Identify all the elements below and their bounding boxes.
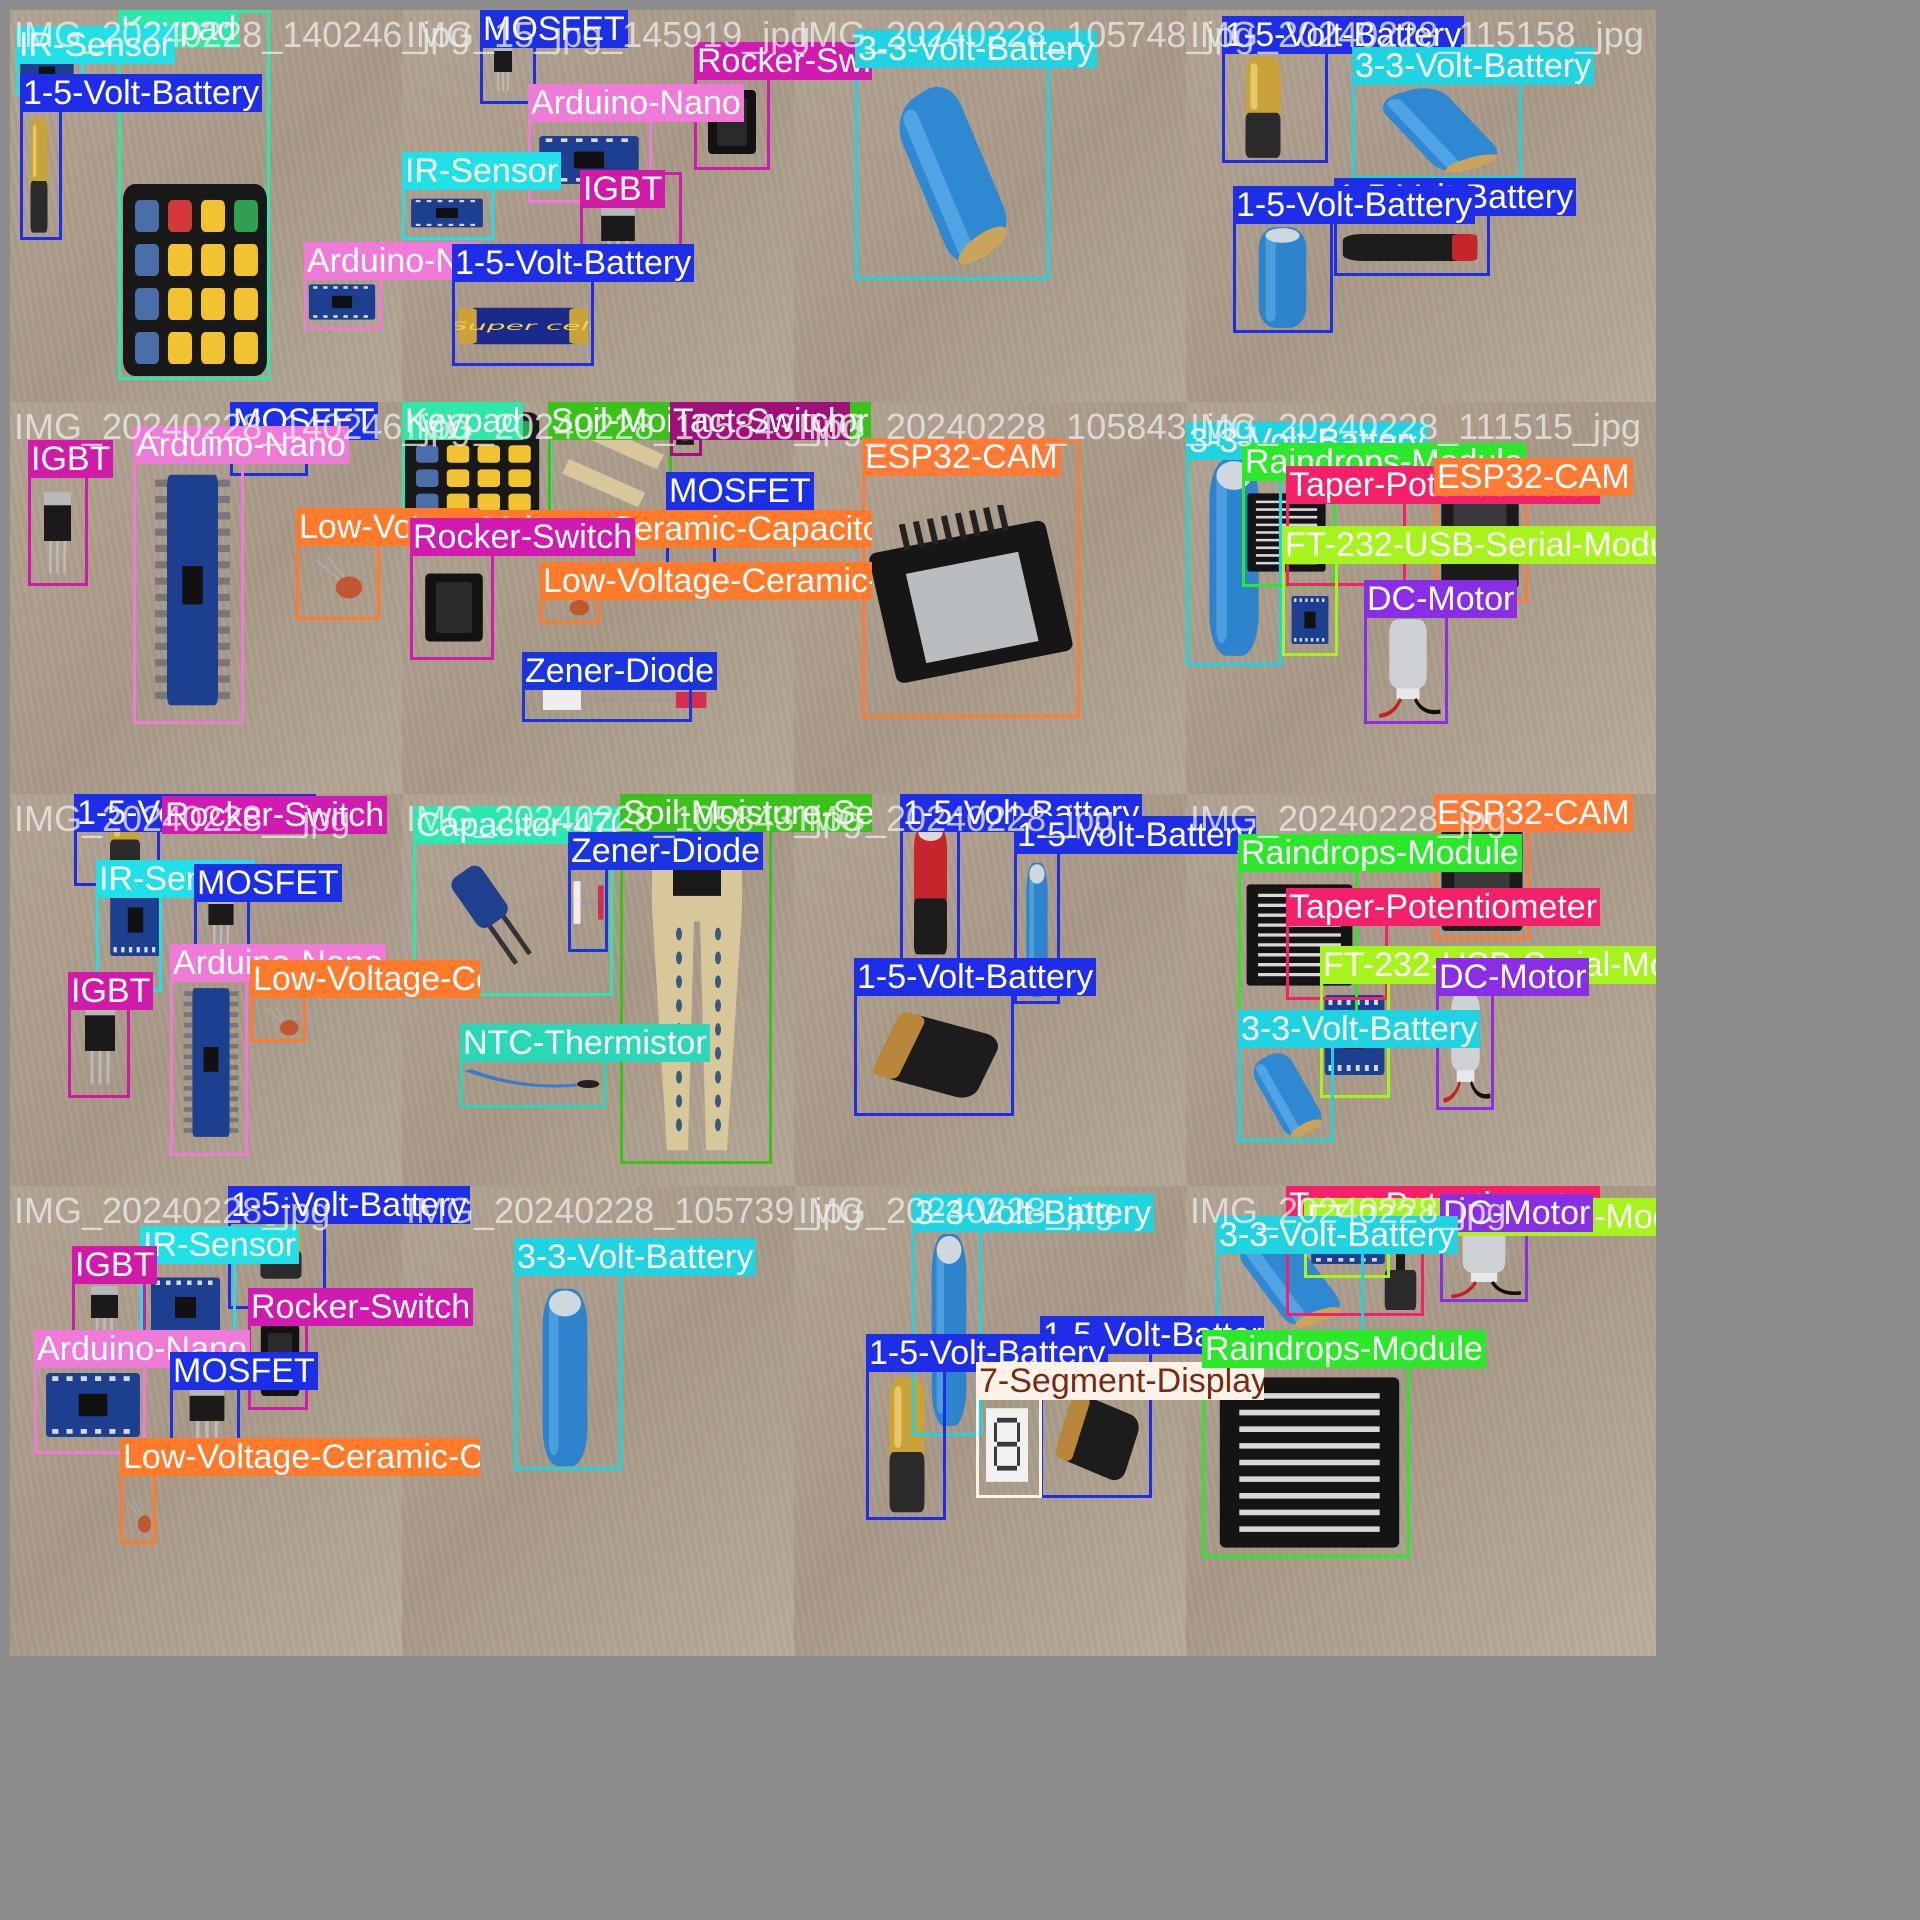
detection-label: IGBT <box>68 972 154 1010</box>
detection-label: 1-5-Volt-Battery <box>228 1186 471 1224</box>
detection-label: 3-3-Volt-Battery <box>514 1238 757 1276</box>
detection-label: 1-5-Volt-Battery <box>20 74 263 112</box>
detection-label: IGBT <box>28 440 114 478</box>
detection-label: Rocker-Switch <box>162 796 388 834</box>
detection-label: Soil-Moisture-Sensor <box>620 794 872 832</box>
detection-label: IR-Sensor <box>16 26 176 64</box>
detection-label: 3-3-Volt-Battery <box>855 30 1098 68</box>
detection-mosaic: IMG_20240228_140246_jpg Keypad IR-Sensor 1-… <box>0 0 1920 1920</box>
detection-label: Low-Voltage-Ceramic-Capacitor <box>250 960 480 998</box>
detection-label: Low-Voltage-Ceramic-Capacitor <box>540 562 872 600</box>
detection-label: Rocker-Switch <box>694 42 872 80</box>
detection-label: Taper-Potentiometer <box>1286 888 1601 926</box>
detection-label: IR-Sensor <box>402 152 562 190</box>
detection-box <box>133 428 244 724</box>
detection-label: 1-5-Volt-Battery <box>1014 816 1257 854</box>
detection-label: 1-5-Volt-Battery <box>1233 186 1476 224</box>
detection-label: MOSFET <box>170 1352 318 1390</box>
detection-label: Arduino-Nano <box>528 84 744 122</box>
detection-label: MOSFET <box>194 864 342 902</box>
detection-label: IR-Sensor <box>140 1226 300 1264</box>
detection-label: 3-3-Volt-Battery <box>912 1194 1155 1232</box>
detection-label: 1-5-Volt-Battery <box>452 244 695 282</box>
detection-label: Zener-Diode <box>568 832 763 870</box>
detection-label: ESP32-CAM <box>862 438 1061 476</box>
detection-label: MOSFET <box>480 10 628 48</box>
detection-label: DC-Motor <box>1436 958 1590 996</box>
detection-label: Rocker-Switch <box>410 518 636 556</box>
detection-label: NTC-Thermistor <box>460 1024 710 1062</box>
detection-label: DC-Motor <box>1440 1194 1594 1232</box>
detection-label: MOSFET <box>666 472 814 510</box>
detection-label: ESP32-CAM <box>1434 458 1633 496</box>
detection-label: IGBT <box>580 170 666 208</box>
detection-label: DC-Motor <box>1364 580 1518 618</box>
image-tile: IMG_20240228_jpgTaper-PotentiometerFT-23… <box>1186 1186 1656 1656</box>
detection-label: 3-3-Volt-Battery <box>1238 1010 1481 1048</box>
detection-box <box>855 32 1050 280</box>
detection-label: ESP32-CAM <box>1434 794 1633 832</box>
detection-label: Raindrops-Module <box>1238 834 1522 872</box>
detection-label: IGBT <box>72 1246 158 1284</box>
detection-label: Tact-Switch <box>670 402 850 440</box>
detection-label: Keypad <box>402 402 524 440</box>
detection-label: 3-3-Volt-Battery <box>1352 47 1595 85</box>
detection-label: 1-5-Volt-Battery <box>854 958 1097 996</box>
detection-label: Arduino-Nano <box>133 426 349 464</box>
detection-box <box>862 440 1080 718</box>
detection-label: Raindrops-Module <box>1202 1330 1486 1368</box>
detection-label: Zener-Diode <box>522 652 717 690</box>
detection-label: Low-Voltage-Ceramic-Capacitor <box>120 1438 480 1476</box>
detection-label: FT-232-USB-Serial-Module <box>1282 526 1656 564</box>
detection-box <box>118 10 270 380</box>
detection-label: 3-3-Volt-Battery <box>1216 1216 1459 1254</box>
detection-label: Rocker-Switch <box>248 1288 474 1326</box>
